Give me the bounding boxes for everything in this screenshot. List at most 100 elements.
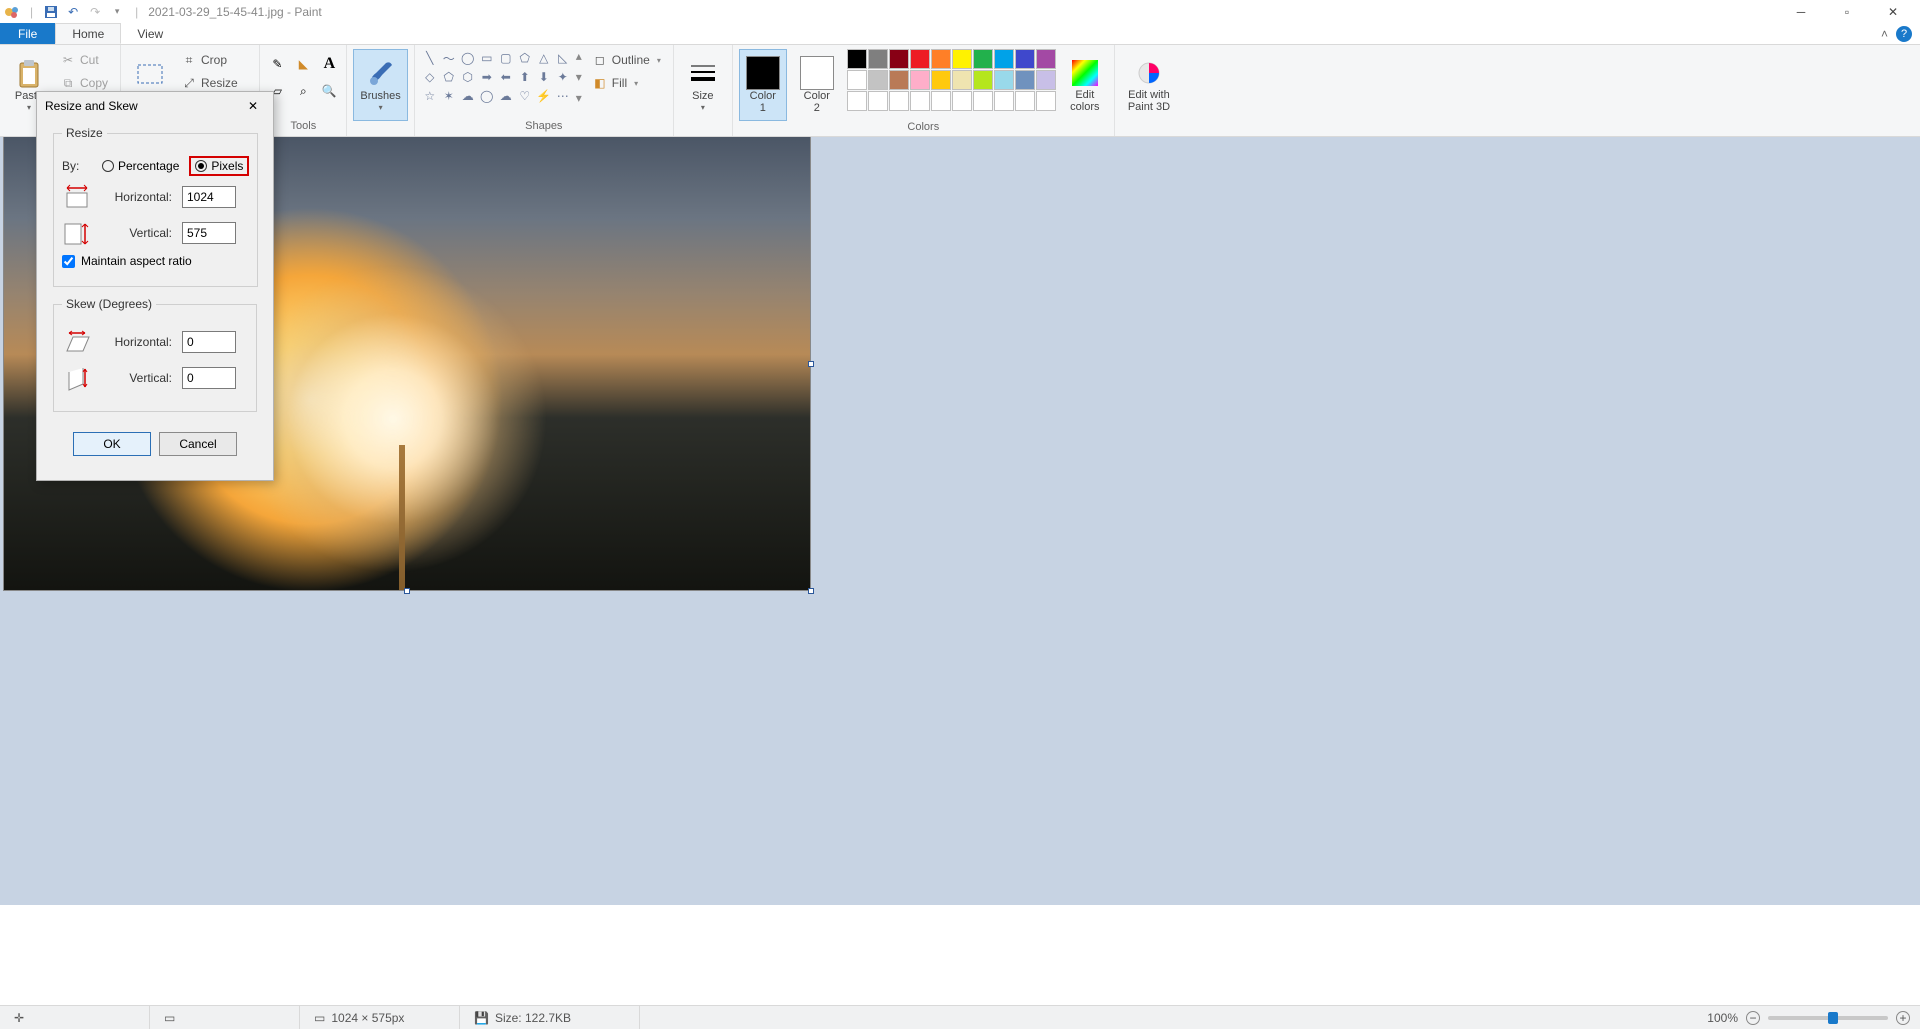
radio-percentage[interactable]: Percentage (102, 159, 179, 173)
skew-vertical-input[interactable] (182, 367, 236, 389)
collapse-ribbon-icon[interactable]: ˄ (1881, 27, 1888, 41)
shape-line[interactable]: ╲ (421, 49, 439, 67)
shape-oval[interactable]: ◯ (459, 49, 477, 67)
color-swatch[interactable] (952, 49, 972, 69)
color-swatch[interactable] (1036, 49, 1056, 69)
resize-handle-se[interactable] (808, 588, 814, 594)
color-swatch[interactable] (931, 49, 951, 69)
picker-tool[interactable]: ⌕ (292, 80, 314, 102)
color-swatch[interactable] (931, 70, 951, 90)
color-swatch[interactable] (994, 70, 1014, 90)
skew-horizontal-input[interactable] (182, 331, 236, 353)
maintain-aspect-checkbox[interactable] (62, 255, 75, 268)
shape-hexagon[interactable]: ⬡ (459, 68, 477, 86)
color-swatch[interactable] (952, 91, 972, 111)
zoom-slider[interactable] (1768, 1016, 1888, 1020)
minimize-button[interactable]: ─ (1778, 0, 1824, 23)
shape-arrow-u[interactable]: ⬆ (516, 68, 534, 86)
shapes-scroll-down[interactable]: ▾ (576, 70, 582, 84)
tab-home[interactable]: Home (55, 23, 121, 44)
color-swatch[interactable] (1015, 91, 1035, 111)
tab-view[interactable]: View (121, 23, 179, 44)
close-button[interactable]: ✕ (1870, 0, 1916, 23)
paint3d-button[interactable]: Edit with Paint 3D (1121, 49, 1177, 121)
resize-handle-e[interactable] (808, 361, 814, 367)
tab-file[interactable]: File (0, 23, 55, 44)
dialog-close-button[interactable]: ✕ (241, 94, 265, 118)
zoom-in-button[interactable]: + (1896, 1011, 1910, 1025)
undo-icon[interactable]: ↶ (65, 4, 81, 20)
canvas-area[interactable] (0, 137, 1920, 905)
crop-button[interactable]: ⌗Crop (175, 49, 253, 71)
zoom-out-button[interactable]: − (1746, 1011, 1760, 1025)
cut-button[interactable]: ✂Cut (54, 49, 114, 71)
color-swatch[interactable] (1015, 70, 1035, 90)
shapes-expand[interactable]: ▾ (576, 91, 582, 105)
color-swatch[interactable] (1036, 91, 1056, 111)
resize-horizontal-input[interactable] (182, 186, 236, 208)
shapes-gallery[interactable]: ╲〜◯▭▢⬠△◺ ◇⬠⬡➡⬅⬆⬇✦ ☆✶☁◯☁♡⚡⋯ (421, 49, 572, 105)
color-swatch[interactable] (994, 49, 1014, 69)
shape-pentagon[interactable]: ⬠ (440, 68, 458, 86)
color-palette[interactable] (847, 49, 1056, 111)
ok-button[interactable]: OK (73, 432, 151, 456)
shapes-scroll-up[interactable]: ▴ (576, 49, 582, 63)
shape-4star[interactable]: ✦ (554, 68, 572, 86)
shape-callout-round[interactable]: ☁ (459, 87, 477, 105)
shape-heart[interactable]: ♡ (516, 87, 534, 105)
shape-callout-cloud[interactable]: ☁ (497, 87, 515, 105)
shape-polygon[interactable]: ⬠ (516, 49, 534, 67)
color-swatch[interactable] (868, 70, 888, 90)
size-button[interactable]: Size ▾ (680, 49, 726, 121)
edit-colors-button[interactable]: Edit colors (1062, 49, 1108, 121)
fill-tool[interactable]: ◣ (292, 53, 314, 75)
shape-5star[interactable]: ☆ (421, 87, 439, 105)
resize-vertical-input[interactable] (182, 222, 236, 244)
shape-diamond[interactable]: ◇ (421, 68, 439, 86)
color-swatch[interactable] (889, 70, 909, 90)
color1-button[interactable]: Color 1 (739, 49, 787, 121)
maximize-button[interactable]: ▫ (1824, 0, 1870, 23)
shape-rect[interactable]: ▭ (478, 49, 496, 67)
resize-handle-s[interactable] (404, 588, 410, 594)
redo-icon[interactable]: ↷ (87, 4, 103, 20)
color-swatch[interactable] (847, 91, 867, 111)
color-swatch[interactable] (1015, 49, 1035, 69)
color-swatch[interactable] (973, 70, 993, 90)
shape-more[interactable]: ⋯ (554, 87, 572, 105)
shape-arrow-d[interactable]: ⬇ (535, 68, 553, 86)
brushes-button[interactable]: Brushes ▾ (353, 49, 407, 121)
color-swatch[interactable] (847, 49, 867, 69)
color-swatch[interactable] (973, 91, 993, 111)
color-swatch[interactable] (994, 91, 1014, 111)
color-swatch[interactable] (910, 70, 930, 90)
pencil-tool[interactable]: ✎ (266, 53, 288, 75)
shape-curve[interactable]: 〜 (440, 49, 458, 67)
text-tool[interactable]: A (318, 53, 340, 75)
shape-rtriangle[interactable]: ◺ (554, 49, 572, 67)
shape-triangle[interactable]: △ (535, 49, 553, 67)
shape-lightning[interactable]: ⚡ (535, 87, 553, 105)
shape-arrow-r[interactable]: ➡ (478, 68, 496, 86)
magnifier-tool[interactable]: 🔍 (318, 80, 340, 102)
color2-button[interactable]: Color 2 (793, 49, 841, 121)
color-swatch[interactable] (1036, 70, 1056, 90)
color-swatch[interactable] (910, 49, 930, 69)
cancel-button[interactable]: Cancel (159, 432, 237, 456)
qat-dropdown-icon[interactable]: ▾ (109, 4, 125, 20)
color-swatch[interactable] (931, 91, 951, 111)
shape-arrow-l[interactable]: ⬅ (497, 68, 515, 86)
color-swatch[interactable] (847, 70, 867, 90)
shape-outline-button[interactable]: ◻Outline▾ (586, 49, 667, 71)
shape-fill-button[interactable]: ◧Fill▾ (586, 72, 667, 94)
color-swatch[interactable] (952, 70, 972, 90)
shape-callout-oval[interactable]: ◯ (478, 87, 496, 105)
help-icon[interactable]: ? (1896, 26, 1912, 42)
shape-6star[interactable]: ✶ (440, 87, 458, 105)
save-icon[interactable] (43, 4, 59, 20)
color-swatch[interactable] (910, 91, 930, 111)
color-swatch[interactable] (973, 49, 993, 69)
color-swatch[interactable] (868, 91, 888, 111)
shape-roundrect[interactable]: ▢ (497, 49, 515, 67)
radio-pixels[interactable]: Pixels (189, 156, 249, 176)
